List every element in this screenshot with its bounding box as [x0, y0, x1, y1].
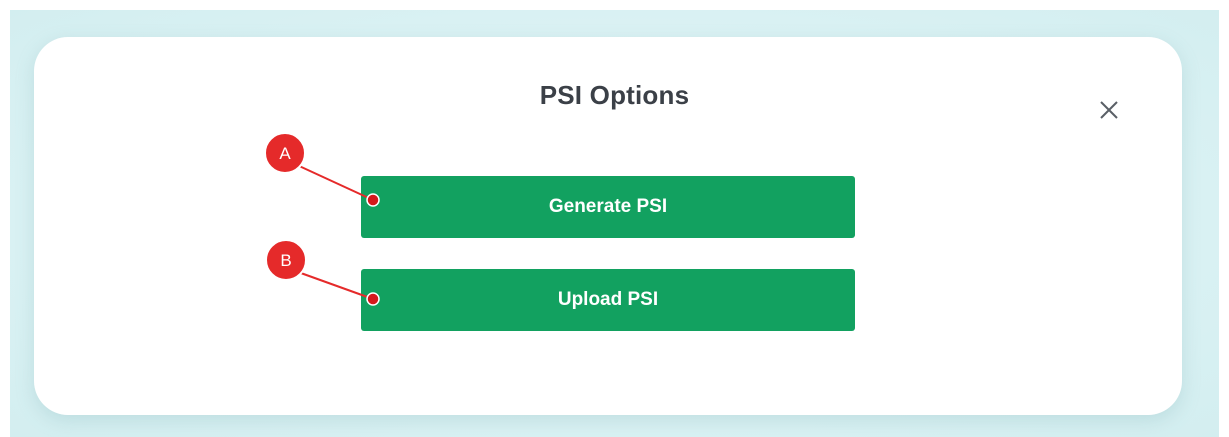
generate-psi-label: Generate PSI — [548, 196, 668, 217]
close-button[interactable] — [1095, 96, 1123, 124]
upload-psi-label: Upload PSI — [557, 289, 659, 310]
dialog-title: PSI Options — [539, 80, 690, 110]
generate-psi-button[interactable]: Generate PSI — [361, 176, 855, 238]
close-icon — [1100, 101, 1118, 119]
upload-psi-button[interactable]: Upload PSI — [361, 269, 855, 331]
